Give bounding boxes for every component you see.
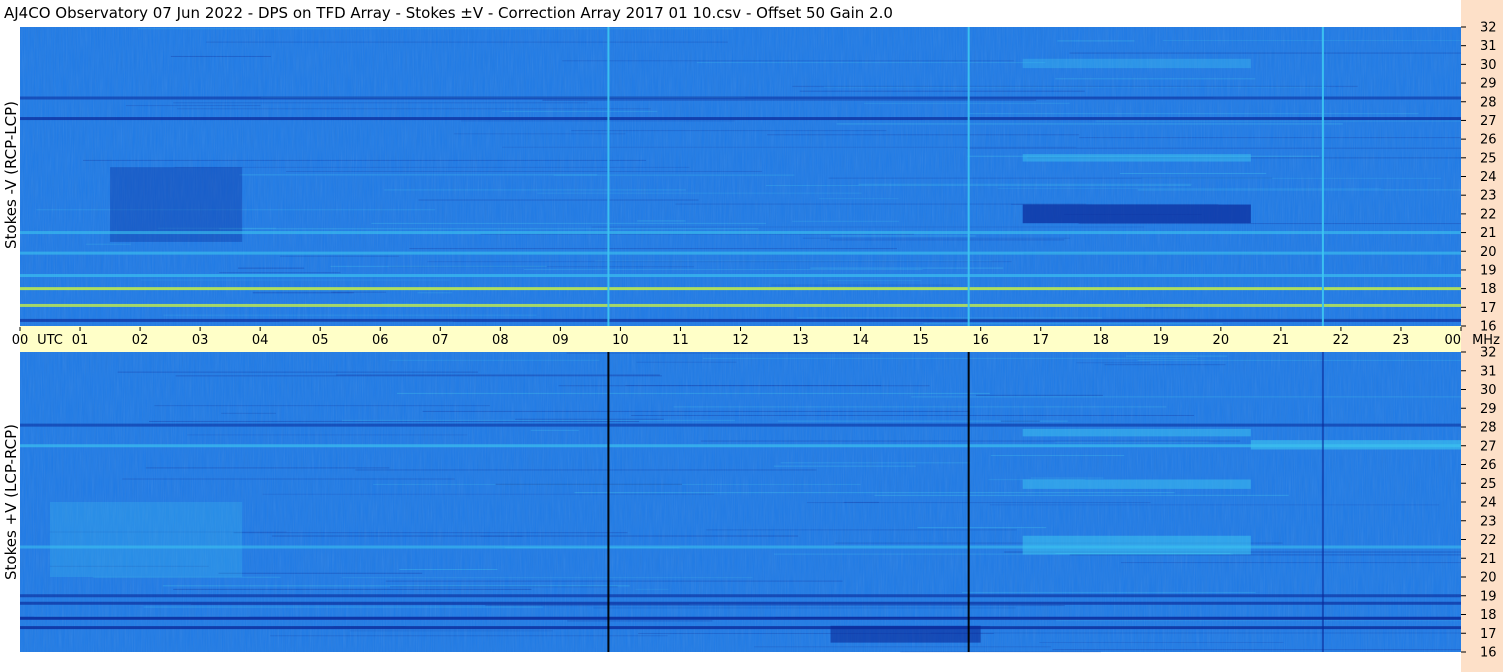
y-tick-label: 28 (1480, 421, 1497, 436)
y-tick-label: 27 (1480, 439, 1497, 454)
frequency-band (20, 287, 1461, 291)
y-tick-label: 18 (1480, 282, 1497, 297)
y-tick-label: 31 (1480, 39, 1497, 54)
y-tick-label: 23 (1480, 514, 1497, 529)
interference-line (967, 27, 970, 326)
emission-region (110, 167, 243, 242)
x-tick-label: 09 (552, 333, 569, 348)
frequency-band (20, 545, 1461, 549)
y-tick-label: 28 (1480, 95, 1497, 110)
x-tick-label: 05 (312, 333, 329, 348)
x-tick-label: 15 (912, 333, 929, 348)
y-tick-label: 31 (1480, 364, 1497, 379)
x-tick-label: 21 (1273, 333, 1290, 348)
frequency-band (20, 444, 1461, 448)
emission-region (1022, 428, 1251, 437)
mhz-unit-label: MHz (1472, 333, 1500, 348)
y-tick-label: 22 (1480, 533, 1497, 548)
x-tick-label: 13 (792, 333, 809, 348)
y-tick-label: 19 (1480, 589, 1497, 604)
y-tick-label: 20 (1480, 571, 1497, 586)
frequency-band (20, 318, 1461, 322)
x-tick-label: 16 (972, 333, 989, 348)
y-tick-label: 23 (1480, 189, 1497, 204)
x-tick-label: 07 (432, 333, 449, 348)
frequency-band (20, 303, 1461, 307)
y-tick-label: 20 (1480, 245, 1497, 260)
frequency-band (20, 251, 1461, 255)
x-tick-label: 06 (372, 333, 389, 348)
x-tick-label: 18 (1092, 333, 1109, 348)
frequency-band (20, 616, 1461, 620)
frequency-band (20, 117, 1461, 121)
y-tick-label: 24 (1480, 496, 1497, 511)
y-tick-label: 25 (1480, 477, 1497, 492)
x-tick-label: 22 (1333, 333, 1350, 348)
x-tick-label: 00 (1444, 333, 1461, 348)
x-tick-label: 03 (192, 333, 209, 348)
y-tick-label: 29 (1480, 402, 1497, 417)
y-tick-label: 25 (1480, 151, 1497, 166)
emission-region (1022, 204, 1251, 224)
x-tick-label: 10 (612, 333, 629, 348)
frequency-band (20, 96, 1461, 100)
y-tick-label: 22 (1480, 207, 1497, 222)
frequency-band (20, 274, 1461, 278)
top-spectrogram-panel: 1617181920212223242526272829303132 (20, 21, 1497, 335)
emission-region (50, 502, 243, 577)
y-tick-label: 16 (1480, 646, 1497, 661)
x-tick-label: 23 (1393, 333, 1410, 348)
y-tick-label: 32 (1480, 21, 1497, 36)
x-tick-label: 04 (252, 333, 269, 348)
bottom-spectrogram-panel: 1617181920212223242526272829303132 (20, 346, 1497, 661)
y-tick-label: 21 (1480, 552, 1497, 567)
y-tick-label: 24 (1480, 170, 1497, 185)
x-tick-label: 19 (1153, 333, 1170, 348)
emission-region (1022, 58, 1251, 69)
x-tick-label: 14 (852, 333, 869, 348)
interference-line (1321, 27, 1324, 326)
y-tick-label: 17 (1480, 627, 1497, 642)
spectrogram-chart: 16 17 18 19 20 21 22 23 24 25 26 27 28 29 30 31 32 16 17 1… (12, 21, 1500, 661)
y-tick-label: 19 (1480, 263, 1497, 278)
x-tick-label: 08 (492, 333, 509, 348)
x-tick-label: 00 (12, 333, 29, 348)
y-tick-label: 30 (1480, 383, 1497, 398)
y-tick-label: 27 (1480, 114, 1497, 129)
y-tick-label: 21 (1480, 226, 1497, 241)
y-tick-label: 26 (1480, 458, 1497, 473)
emission-region (1022, 479, 1251, 489)
x-tick-label: 12 (732, 333, 749, 348)
interference-line (967, 352, 970, 652)
y-tick-label: 26 (1480, 133, 1497, 148)
x-tick-label: 02 (132, 333, 149, 348)
frequency-band (20, 594, 1461, 598)
utc-label: UTC (37, 333, 63, 348)
x-tick-label: 11 (672, 333, 689, 348)
x-tick-label: 20 (1213, 333, 1230, 348)
interference-line (607, 27, 610, 326)
utc-tick-labels: 00 01 02 03 04 05 06 07 08 09 10 11 12 13 14 15 16 17 18 19… (12, 327, 1500, 348)
x-tick-label: 17 (1032, 333, 1049, 348)
y-tick-label: 17 (1480, 301, 1497, 316)
emission-region (1022, 535, 1251, 555)
interference-line (607, 352, 610, 652)
interference-line (1321, 352, 1324, 652)
y-tick-label: 30 (1480, 58, 1497, 73)
frequency-band (20, 423, 1461, 427)
x-tick-label: 01 (72, 333, 89, 348)
y-tick-label: 29 (1480, 77, 1497, 92)
frequency-band (20, 231, 1461, 235)
emission-region (1022, 154, 1251, 162)
frequency-band (20, 601, 1461, 605)
frequency-band (20, 626, 1461, 630)
y-tick-label: 18 (1480, 608, 1497, 623)
